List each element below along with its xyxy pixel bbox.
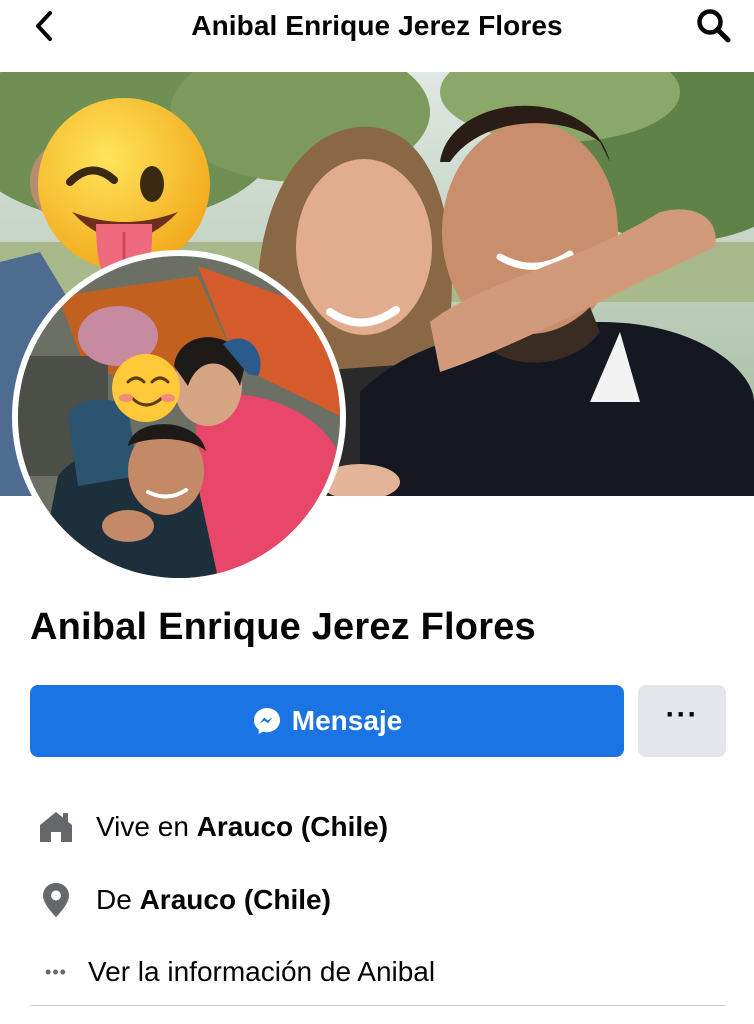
top-bar: Anibal Enrique Jerez Flores xyxy=(0,0,754,72)
search-icon xyxy=(697,9,731,43)
page-title: Anibal Enrique Jerez Flores xyxy=(191,10,563,41)
home-icon xyxy=(34,805,78,849)
see-about-info-label: Ver la información de Anibal xyxy=(88,956,436,987)
message-button[interactable]: Mensaje xyxy=(30,685,624,757)
profile-picture-image xyxy=(18,256,340,578)
more-dots-icon: ··· xyxy=(665,698,699,731)
search-button[interactable] xyxy=(692,6,736,46)
location-pin-icon xyxy=(34,878,78,922)
smiling-emoji-sticker xyxy=(112,354,180,422)
messenger-icon xyxy=(253,708,280,734)
lives-in-prefix: Vive en xyxy=(96,811,197,842)
profile-name: Anibal Enrique Jerez Flores xyxy=(30,606,536,648)
chevron-left-icon xyxy=(36,11,52,41)
back-button[interactable] xyxy=(22,8,66,44)
lives-in-value: Arauco (Chile) xyxy=(196,811,389,842)
from-prefix: De xyxy=(96,884,140,915)
info-row-from: De Arauco (Chile) xyxy=(34,878,331,922)
profile-picture[interactable] xyxy=(12,250,346,584)
message-button-label: Mensaje xyxy=(291,705,403,736)
see-about-info-link[interactable]: ••• Ver la información de Anibal xyxy=(34,950,435,994)
more-horizontal-icon: ••• xyxy=(45,961,67,982)
more-options-button[interactable]: ··· xyxy=(638,685,726,757)
info-row-lives-in: Vive en Arauco (Chile) xyxy=(34,805,388,849)
section-divider xyxy=(30,1005,726,1006)
from-value: Arauco (Chile) xyxy=(139,884,331,915)
